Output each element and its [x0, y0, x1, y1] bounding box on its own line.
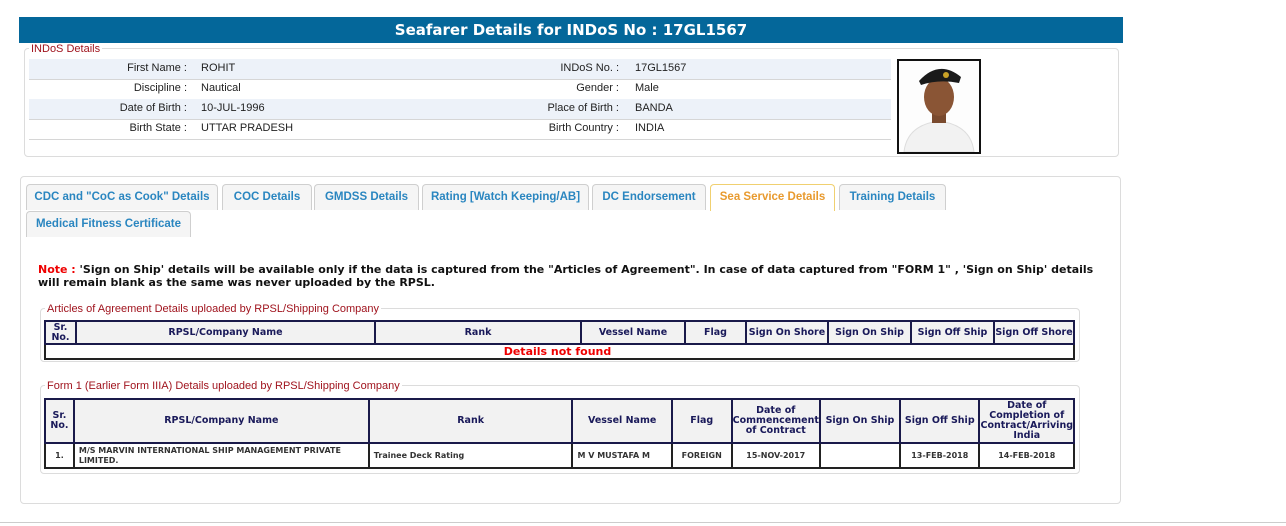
tab-rating[interactable]: Rating [Watch Keeping/AB]	[422, 184, 589, 210]
gender-value: Male	[635, 82, 659, 94]
aoa-legend: Articles of Agreement Details uploaded b…	[45, 303, 382, 315]
cell-flag: FOREIGN	[670, 442, 733, 469]
col-commencement: Date of Commencement of Contract	[730, 398, 821, 444]
col-company: RPSL/Company Name	[75, 320, 376, 345]
cell-rank: Trainee Deck Rating	[367, 442, 574, 469]
note-text: Note : 'Sign on Ship' details will be av…	[38, 263, 1098, 289]
col-sign-off-ship: Sign Off Ship	[899, 398, 981, 444]
col-sign-off-shore: Sign Off Shore	[993, 320, 1075, 345]
col-sr-no: Sr. No.	[44, 320, 77, 345]
info-row: Birth State : UTTAR PRADESH Birth Countr…	[29, 119, 891, 140]
col-company: RPSL/Company Name	[72, 398, 370, 444]
empty-message: Details not found	[44, 343, 1075, 360]
info-row: Date of Birth : 10-JUL-1996 Place of Bir…	[29, 99, 891, 120]
col-completion: Date of Completion of Contract/Arriving …	[978, 398, 1075, 444]
tab-training[interactable]: Training Details	[839, 184, 946, 210]
tab-medical-fitness[interactable]: Medical Fitness Certificate	[26, 211, 191, 237]
birth-country-label: Birth Country :	[548, 122, 619, 134]
indos-legend: INDoS Details	[29, 43, 103, 55]
tab-gmdss[interactable]: GMDSS Details	[314, 184, 419, 210]
form1-legend: Form 1 (Earlier Form IIIA) Details uploa…	[45, 380, 402, 392]
col-sign-off-ship: Sign Off Ship	[910, 320, 995, 345]
gender-label: Gender :	[576, 82, 619, 94]
col-sign-on-shore: Sign On Shore	[745, 320, 829, 345]
col-sr-no: Sr. No.	[44, 398, 75, 444]
discipline-value: Nautical	[201, 82, 241, 94]
table-row: 1. M/S MARVIN INTERNATIONAL SHIP MANAGEM…	[44, 442, 1075, 469]
divider	[0, 522, 1286, 523]
cell-commencement: 15-NOV-2017	[730, 442, 821, 469]
indos-no-label: INDoS No. :	[560, 62, 619, 74]
col-flag: Flag	[670, 398, 733, 444]
form1-table: Sr. No. RPSL/Company Name Rank Vessel Na…	[44, 398, 1075, 469]
note-label: Note :	[38, 263, 76, 276]
col-rank: Rank	[374, 320, 582, 345]
discipline-label: Discipline :	[133, 82, 187, 94]
tab-sea-service[interactable]: Sea Service Details	[710, 184, 835, 211]
info-row: First Name : ROHIT INDoS No. : 17GL1567	[29, 59, 891, 80]
first-name-value: ROHIT	[201, 62, 236, 74]
first-name-label: First Name :	[127, 62, 187, 74]
birth-state-label: Birth State :	[129, 122, 187, 134]
place-of-birth-value: BANDA	[635, 102, 673, 114]
birth-country-value: INDIA	[635, 122, 665, 134]
tab-coc[interactable]: COC Details	[222, 184, 312, 210]
note-body: 'Sign on Ship' details will be available…	[38, 263, 1094, 289]
info-row: Discipline : Nautical Gender : Male	[29, 79, 891, 100]
cell-completion: 14-FEB-2018	[978, 442, 1075, 469]
col-sign-on-ship: Sign On Ship	[827, 320, 912, 345]
cell-sign-on-ship	[818, 442, 902, 469]
indos-no-value: 17GL1567	[635, 62, 687, 74]
place-of-birth-label: Place of Birth :	[547, 102, 619, 114]
page-title: Seafarer Details for INDoS No : 17GL1567	[19, 17, 1123, 43]
birth-state-value: UTTAR PRADESH	[201, 122, 294, 134]
dob-value: 10-JUL-1996	[201, 102, 265, 114]
tab-dc-endorsement[interactable]: DC Endorsement	[592, 184, 706, 210]
col-rank: Rank	[367, 398, 574, 444]
seafarer-photo	[897, 59, 981, 154]
cell-company: M/S MARVIN INTERNATIONAL SHIP MANAGEMENT…	[72, 442, 370, 469]
col-sign-on-ship: Sign On Ship	[818, 398, 902, 444]
col-vessel: Vessel Name	[571, 398, 673, 444]
aoa-table: Sr. No. RPSL/Company Name Rank Vessel Na…	[44, 320, 1075, 360]
cell-vessel: M V MUSTAFA M	[571, 442, 673, 469]
col-flag: Flag	[684, 320, 747, 345]
cell-sr-no: 1.	[44, 442, 75, 469]
tab-cdc[interactable]: CDC and "CoC as Cook" Details	[26, 184, 218, 210]
col-vessel: Vessel Name	[580, 320, 686, 345]
cell-sign-off-ship: 13-FEB-2018	[899, 442, 981, 469]
dob-label: Date of Birth :	[119, 102, 187, 114]
